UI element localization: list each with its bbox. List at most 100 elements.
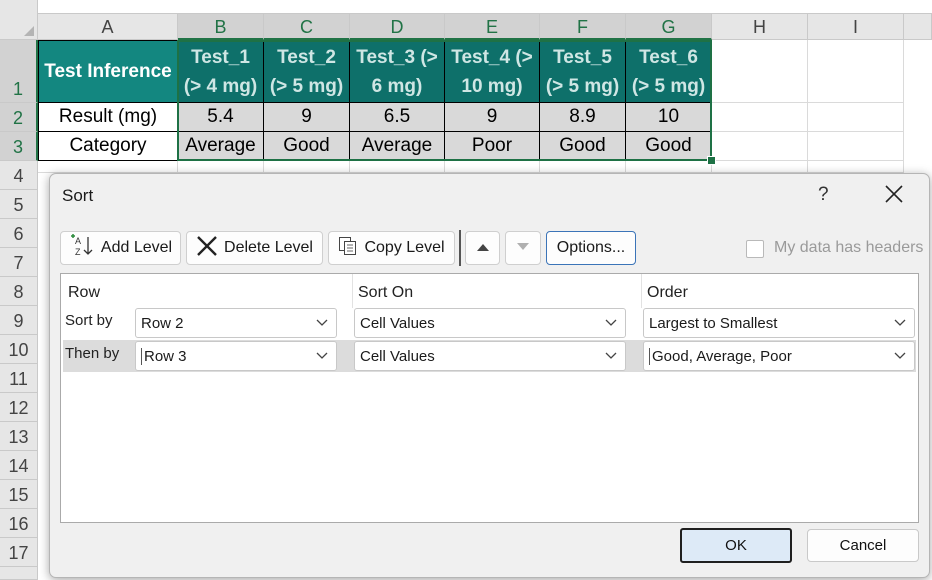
cell-i3[interactable] — [808, 132, 904, 161]
column-header-a[interactable]: A — [38, 14, 178, 40]
select-all-corner[interactable] — [0, 0, 38, 40]
add-level-button[interactable]: A Z Add Level — [60, 231, 181, 265]
row-header-10[interactable]: 10 — [0, 335, 38, 364]
column-header-h[interactable]: H — [712, 14, 808, 40]
cell-e1-test-header[interactable]: Test_4 (> 10 mg) — [445, 40, 540, 103]
row-header-14[interactable]: 14 — [0, 451, 38, 480]
move-down-button[interactable] — [505, 231, 541, 265]
options-button[interactable]: Options... — [546, 231, 636, 265]
chevron-down-icon — [597, 342, 625, 370]
column-header-row: Row — [68, 284, 101, 301]
cell-e2-result[interactable]: 9 — [445, 103, 540, 132]
cell-g2-result[interactable]: 10 — [626, 103, 712, 132]
column-header-i[interactable]: I — [808, 14, 904, 40]
cell-g4[interactable] — [626, 161, 712, 173]
column-header-f[interactable]: F — [540, 14, 626, 40]
row-header-7[interactable]: 7 — [0, 248, 38, 277]
cell-a3[interactable]: Category — [38, 132, 178, 161]
cell-h4[interactable] — [712, 161, 808, 173]
cell-i4[interactable] — [808, 161, 904, 173]
cell-b1-test-header[interactable]: Test_1 (> 4 mg) — [178, 40, 264, 103]
cell-b2-result[interactable]: 5.4 — [178, 103, 264, 132]
cell-f2-result[interactable]: 8.9 — [540, 103, 626, 132]
column-divider — [641, 274, 642, 308]
cancel-label: Cancel — [839, 537, 887, 554]
svg-text:Z: Z — [75, 247, 81, 257]
row-header-6[interactable]: 6 — [0, 219, 38, 248]
column-header-c[interactable]: C — [264, 14, 350, 40]
row-header-12[interactable]: 12 — [0, 393, 38, 422]
column-header-g[interactable]: G — [626, 14, 712, 40]
close-icon[interactable] — [882, 182, 906, 206]
sort-by-order-dropdown[interactable]: Largest to Smallest — [643, 308, 915, 338]
column-header-b[interactable]: B — [178, 14, 264, 40]
row-header-15[interactable]: 15 — [0, 480, 38, 509]
column-header-d[interactable]: D — [350, 14, 445, 40]
then-by-order-dropdown[interactable]: Good, Average, Poor — [643, 341, 915, 371]
sort-by-sort-on-dropdown[interactable]: Cell Values — [354, 308, 626, 338]
row-header-11[interactable]: 11 — [0, 364, 38, 393]
row-header-2[interactable]: 2 — [0, 103, 38, 132]
copy-level-button[interactable]: Copy Level — [328, 231, 455, 265]
cell-e4[interactable] — [445, 161, 540, 173]
help-button[interactable]: ? — [818, 184, 829, 206]
cell-f4[interactable] — [540, 161, 626, 173]
cancel-button[interactable]: Cancel — [807, 529, 919, 562]
add-level-label: Add Level — [100, 239, 173, 256]
delete-level-label: Delete Level — [224, 239, 313, 256]
cell-c1-test-header[interactable]: Test_2 (> 5 mg) — [264, 40, 350, 103]
row-header-8[interactable]: 8 — [0, 277, 38, 306]
copy-icon — [338, 236, 358, 261]
row-header-4[interactable]: 4 — [0, 161, 38, 190]
cell-b4[interactable] — [178, 161, 264, 173]
cell-a1-header[interactable]: Test Inference — [38, 40, 178, 103]
cell-d4[interactable] — [350, 161, 445, 173]
row-header-17[interactable]: 17 — [0, 538, 38, 567]
then-by-label: Then by — [65, 345, 120, 362]
sort-by-row-dropdown[interactable]: Row 2 — [135, 308, 337, 338]
cell-i2[interactable] — [808, 103, 904, 132]
dropdown-value: Cell Values — [360, 315, 435, 332]
cell-c3-category[interactable]: Good — [264, 132, 350, 161]
cell-b3-category[interactable]: Average — [178, 132, 264, 161]
cell-g1-test-header[interactable]: Test_6 (> 5 mg) — [626, 40, 712, 103]
delete-level-button[interactable]: Delete Level — [186, 231, 323, 265]
cell-d1-test-header[interactable]: Test_3 (> 6 mg) — [350, 40, 445, 103]
row-header-9[interactable]: 9 — [0, 306, 38, 335]
row-header-1[interactable]: 1 — [0, 40, 38, 103]
cell-a4[interactable] — [38, 161, 178, 173]
cell-e3-category[interactable]: Poor — [445, 132, 540, 161]
ok-label: OK — [725, 537, 747, 554]
row-header-5[interactable]: 5 — [0, 190, 38, 219]
cell-f1-test-header[interactable]: Test_5 (> 5 mg) — [540, 40, 626, 103]
delete-x-icon — [196, 235, 218, 261]
then-by-row-dropdown[interactable]: Row 3 — [135, 341, 337, 371]
row-header-13[interactable]: 13 — [0, 422, 38, 451]
cell-d3-category[interactable]: Average — [350, 132, 445, 161]
column-header-partial — [904, 14, 932, 40]
sort-az-icon: A Z — [69, 233, 95, 263]
dropdown-value: Largest to Smallest — [649, 315, 778, 332]
row-header-16[interactable]: 16 — [0, 509, 38, 538]
cell-c4[interactable] — [264, 161, 350, 173]
cell-f3-category[interactable]: Good — [540, 132, 626, 161]
cell-c2-result[interactable]: 9 — [264, 103, 350, 132]
cell-h1[interactable] — [712, 40, 808, 103]
cell-h2[interactable] — [712, 103, 808, 132]
column-header-e[interactable]: E — [445, 14, 540, 40]
dialog-title: Sort — [62, 186, 94, 205]
row-header-3[interactable]: 3 — [0, 132, 38, 161]
sort-by-label: Sort by — [65, 312, 113, 329]
fill-handle[interactable] — [707, 156, 716, 165]
chevron-down-icon — [886, 342, 914, 370]
move-up-button[interactable] — [465, 231, 500, 265]
cell-d2-result[interactable]: 6.5 — [350, 103, 445, 132]
cell-a2[interactable]: Result (mg) — [38, 103, 178, 132]
sort-levels-list: Row Sort On Order Sort by Row 2 Cell Val… — [60, 273, 919, 523]
cell-g3-category[interactable]: Good — [626, 132, 712, 161]
then-by-sort-on-dropdown[interactable]: Cell Values — [354, 341, 626, 371]
cell-h3[interactable] — [712, 132, 808, 161]
my-data-has-headers-checkbox[interactable] — [746, 240, 764, 258]
cell-i1[interactable] — [808, 40, 904, 103]
ok-button[interactable]: OK — [680, 528, 792, 563]
